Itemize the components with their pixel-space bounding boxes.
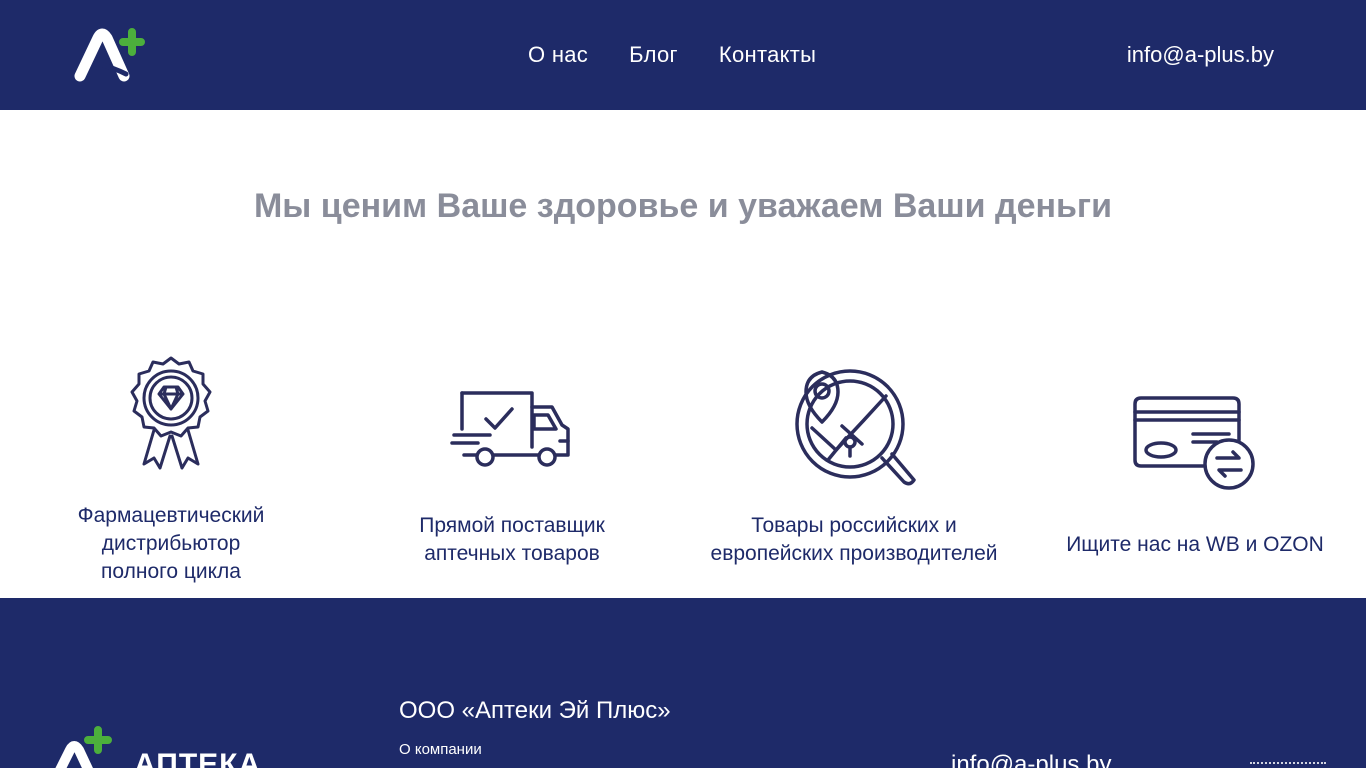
site-header: О нас Блог Контакты info@a-plus.by [0, 0, 1366, 110]
page-tagline: Мы ценим Ваше здоровье и уважаем Ваши де… [253, 187, 1112, 225]
feature-distributor: Фармацевтический дистрибьютор полного ци… [30, 340, 312, 586]
footer-company-name: ООО «Аптеки Эй Плюс» [399, 697, 671, 724]
site-footer: АПТЕКА ООО «Аптеки Эй Плюс» О компании i… [0, 598, 1366, 768]
feature-distributor-label: Фармацевтический дистрибьютор полного ци… [77, 504, 265, 583]
card-exchange-icon [1133, 396, 1255, 490]
nav-link-contacts[interactable]: Контакты [719, 40, 816, 70]
feature-supplier: Прямой поставщик аптечных товаров [370, 340, 654, 568]
feature-supplier-label: Прямой поставщик аптечных товаров [419, 514, 605, 565]
features-section: Фармацевтический дистрибьютор полного ци… [0, 340, 1366, 598]
feature-producers: Товары российских и европейских производ… [680, 340, 1028, 568]
nav-link-about[interactable]: О нас [528, 40, 588, 70]
footer-email-link[interactable]: info@a-plus.by [951, 750, 1111, 768]
award-medal-icon [130, 356, 212, 470]
header-email-link[interactable]: info@a-plus.by [1127, 40, 1274, 70]
feature-producers-label: Товары российских и европейских производ… [710, 514, 998, 565]
a-plus-logo-icon[interactable] [74, 24, 150, 82]
delivery-truck-icon [450, 391, 570, 467]
feature-marketplaces-label: Ищите нас на WB и OZON [1066, 533, 1324, 556]
feature-marketplaces: Ищите нас на WB и OZON [1040, 340, 1350, 559]
footer-brand-text: АПТЕКА [134, 748, 262, 768]
main-nav: О нас Блог Контакты [528, 40, 857, 70]
nav-link-blog[interactable]: Блог [629, 40, 678, 70]
footer-cut-off-text [1250, 762, 1326, 766]
map-search-icon [795, 369, 916, 486]
footer-about-link[interactable]: О компании [399, 740, 482, 760]
